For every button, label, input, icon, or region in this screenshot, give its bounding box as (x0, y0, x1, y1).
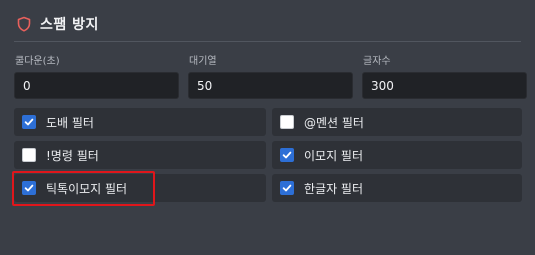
settings-fields: 쿨다운(초) 대기열 글자수 (14, 55, 527, 99)
cooldown-input[interactable] (14, 72, 179, 99)
checkbox[interactable] (280, 115, 294, 129)
checkbox[interactable] (280, 181, 294, 195)
char-count-label: 글자수 (363, 56, 391, 67)
checkbox[interactable] (280, 148, 294, 162)
cooldown-field: 쿨다운(초) (14, 55, 179, 99)
filter-emoji[interactable]: 이모지 필터 (272, 141, 522, 169)
check-mark-icon (282, 151, 292, 159)
header-divider (14, 41, 521, 42)
queue-label: 대기열 (189, 56, 217, 67)
panel-title: 스팸 방지 (40, 17, 99, 33)
char-count-input[interactable] (362, 72, 527, 99)
filter-label: 한글자 필터 (304, 181, 364, 196)
cooldown-label: 쿨다운(초) (15, 56, 60, 67)
filter-command[interactable]: !명령 필터 (14, 141, 266, 169)
filter-tiktok-emoji[interactable]: 틱톡이모지 필터 (12, 171, 266, 206)
filter-label: @멘션 필터 (304, 115, 364, 130)
checkbox[interactable] (22, 181, 36, 195)
filter-list: 도배 필터 @멘션 필터 !명령 필터 이모지 필터 틱톡이모지 필터 한글자 … (12, 108, 522, 206)
char-count-field: 글자수 (362, 55, 527, 99)
filter-label: 도배 필터 (46, 115, 94, 130)
filter-mention[interactable]: @멘션 필터 (272, 108, 522, 136)
check-mark-icon (24, 184, 34, 192)
filter-label: !명령 필터 (46, 148, 99, 163)
check-mark-icon (24, 118, 34, 126)
filter-label: 틱톡이모지 필터 (46, 181, 128, 196)
queue-input[interactable] (188, 72, 353, 99)
filter-label: 이모지 필터 (304, 148, 364, 163)
panel-header: 스팸 방지 (16, 12, 99, 36)
shield-icon (17, 16, 31, 32)
queue-field: 대기열 (188, 55, 353, 99)
filter-single-char[interactable]: 한글자 필터 (272, 174, 522, 202)
checkbox[interactable] (22, 115, 36, 129)
spam-prevention-panel: 스팸 방지 쿨다운(초) 대기열 글자수 도배 필터 @멘션 필터 !명령 필터 (0, 0, 535, 255)
checkbox[interactable] (22, 148, 36, 162)
check-mark-icon (282, 184, 292, 192)
filter-spam[interactable]: 도배 필터 (14, 108, 266, 136)
